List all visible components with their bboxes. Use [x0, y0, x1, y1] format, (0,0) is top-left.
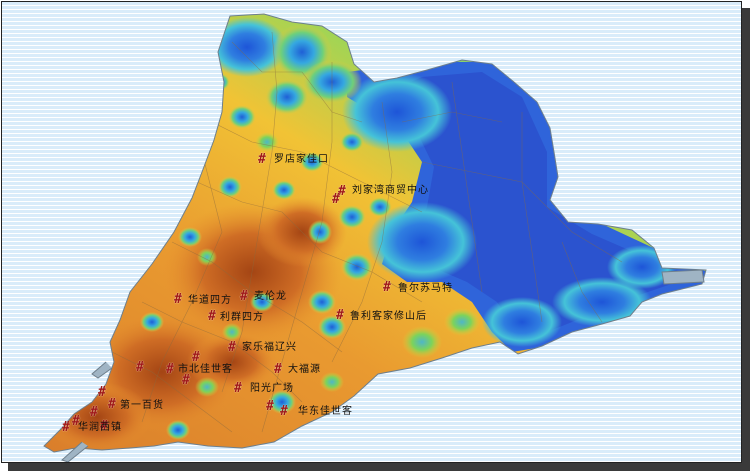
- place-label: 家乐福辽兴: [242, 342, 297, 353]
- store-marker-icon[interactable]: #: [90, 406, 98, 420]
- store-marker-icon[interactable]: #: [174, 293, 182, 307]
- place-label: 罗店家佳口: [274, 154, 329, 165]
- store-marker-icon[interactable]: #: [240, 290, 248, 304]
- store-marker-icon[interactable]: #: [332, 193, 340, 207]
- surface-layer: [44, 14, 706, 452]
- frame-shadow-bottom: [8, 463, 750, 471]
- store-marker-icon[interactable]: #: [108, 398, 116, 412]
- place-label: 利群四方: [220, 312, 264, 323]
- store-marker-icon[interactable]: #: [166, 363, 174, 377]
- place-label: 华润西镇: [78, 422, 122, 433]
- store-marker-icon[interactable]: #: [280, 405, 288, 419]
- store-marker-icon[interactable]: #: [266, 400, 274, 414]
- store-marker-icon[interactable]: #: [192, 351, 200, 365]
- store-marker-icon[interactable]: #: [228, 341, 236, 355]
- store-marker-icon[interactable]: #: [336, 309, 344, 323]
- place-label: 大福源: [288, 364, 321, 375]
- place-label: 鲁尔苏马特: [398, 283, 453, 294]
- place-label: 刘家湾商贸中心: [352, 185, 429, 196]
- place-label: 鲁利客家修山后: [350, 311, 427, 322]
- place-label: 华东佳世客: [298, 406, 353, 417]
- store-marker-icon[interactable]: #: [274, 363, 282, 377]
- frame-shadow-right: [742, 8, 750, 468]
- place-label: 第一百货: [120, 400, 164, 411]
- store-marker-icon[interactable]: #: [98, 386, 106, 400]
- place-label: 市北佳世客: [178, 364, 233, 375]
- place-label: 华道四方: [188, 295, 232, 306]
- map-frame: # # # # # # # # # # # # # # # # # # # # …: [1, 1, 742, 463]
- density-map[interactable]: [2, 2, 742, 463]
- store-marker-icon[interactable]: #: [258, 153, 266, 167]
- store-marker-icon[interactable]: #: [62, 421, 70, 435]
- store-marker-icon[interactable]: #: [136, 361, 144, 375]
- store-marker-icon[interactable]: #: [383, 281, 391, 295]
- store-marker-icon[interactable]: #: [234, 382, 242, 396]
- place-label: 麦伦龙: [254, 291, 287, 302]
- store-marker-icon[interactable]: #: [182, 374, 190, 388]
- store-marker-icon[interactable]: #: [208, 310, 216, 324]
- place-label: 阳光广场: [250, 383, 294, 394]
